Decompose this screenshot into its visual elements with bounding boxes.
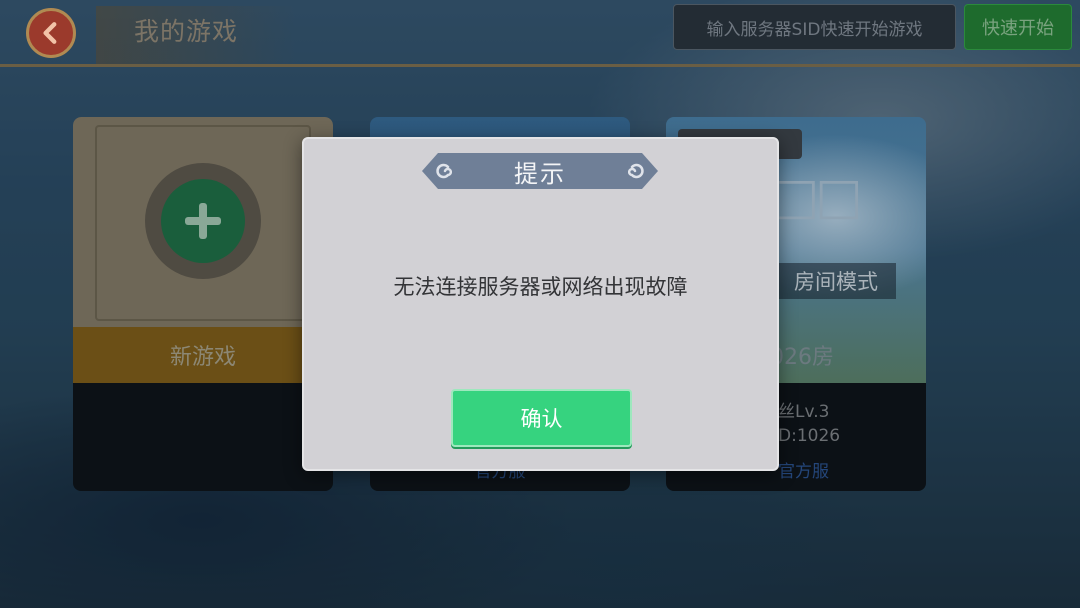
dialog-message: 无法连接服务器或网络出现故障 — [393, 275, 688, 299]
sid-quick-start-button[interactable]: 输入服务器SID快速开始游戏 — [673, 4, 956, 50]
page-title: 我的游戏 — [134, 17, 239, 46]
header-divider — [0, 64, 1080, 67]
dialog-title: 提示 — [514, 159, 566, 188]
top-bar: 我的游戏 输入服务器SID快速开始游戏 快速开始 — [0, 0, 1080, 70]
alert-dialog: 提示 无法连接服务器或网络出现故障 确认 — [302, 137, 779, 471]
add-game-button[interactable] — [161, 179, 245, 263]
room-emblem-icon: □□ — [772, 167, 863, 225]
dialog-title-banner: 提示 — [422, 153, 658, 189]
room-number: 026房 — [770, 345, 834, 370]
plus-icon — [185, 203, 221, 239]
new-game-label: 新游戏 — [73, 327, 333, 383]
back-button[interactable] — [26, 8, 76, 58]
new-game-card-art — [73, 117, 333, 327]
plus-ring — [145, 163, 261, 279]
chevron-left-icon — [43, 22, 57, 44]
swirl-ornament-icon — [628, 161, 648, 181]
swirl-ornament-icon — [432, 161, 452, 181]
room-mode-label: 房间模式 — [776, 263, 896, 299]
new-game-card-footer — [73, 383, 333, 491]
quick-start-button[interactable]: 快速开始 — [964, 4, 1072, 50]
new-game-card[interactable]: 新游戏 — [73, 117, 333, 491]
confirm-button[interactable]: 确认 — [451, 389, 632, 447]
